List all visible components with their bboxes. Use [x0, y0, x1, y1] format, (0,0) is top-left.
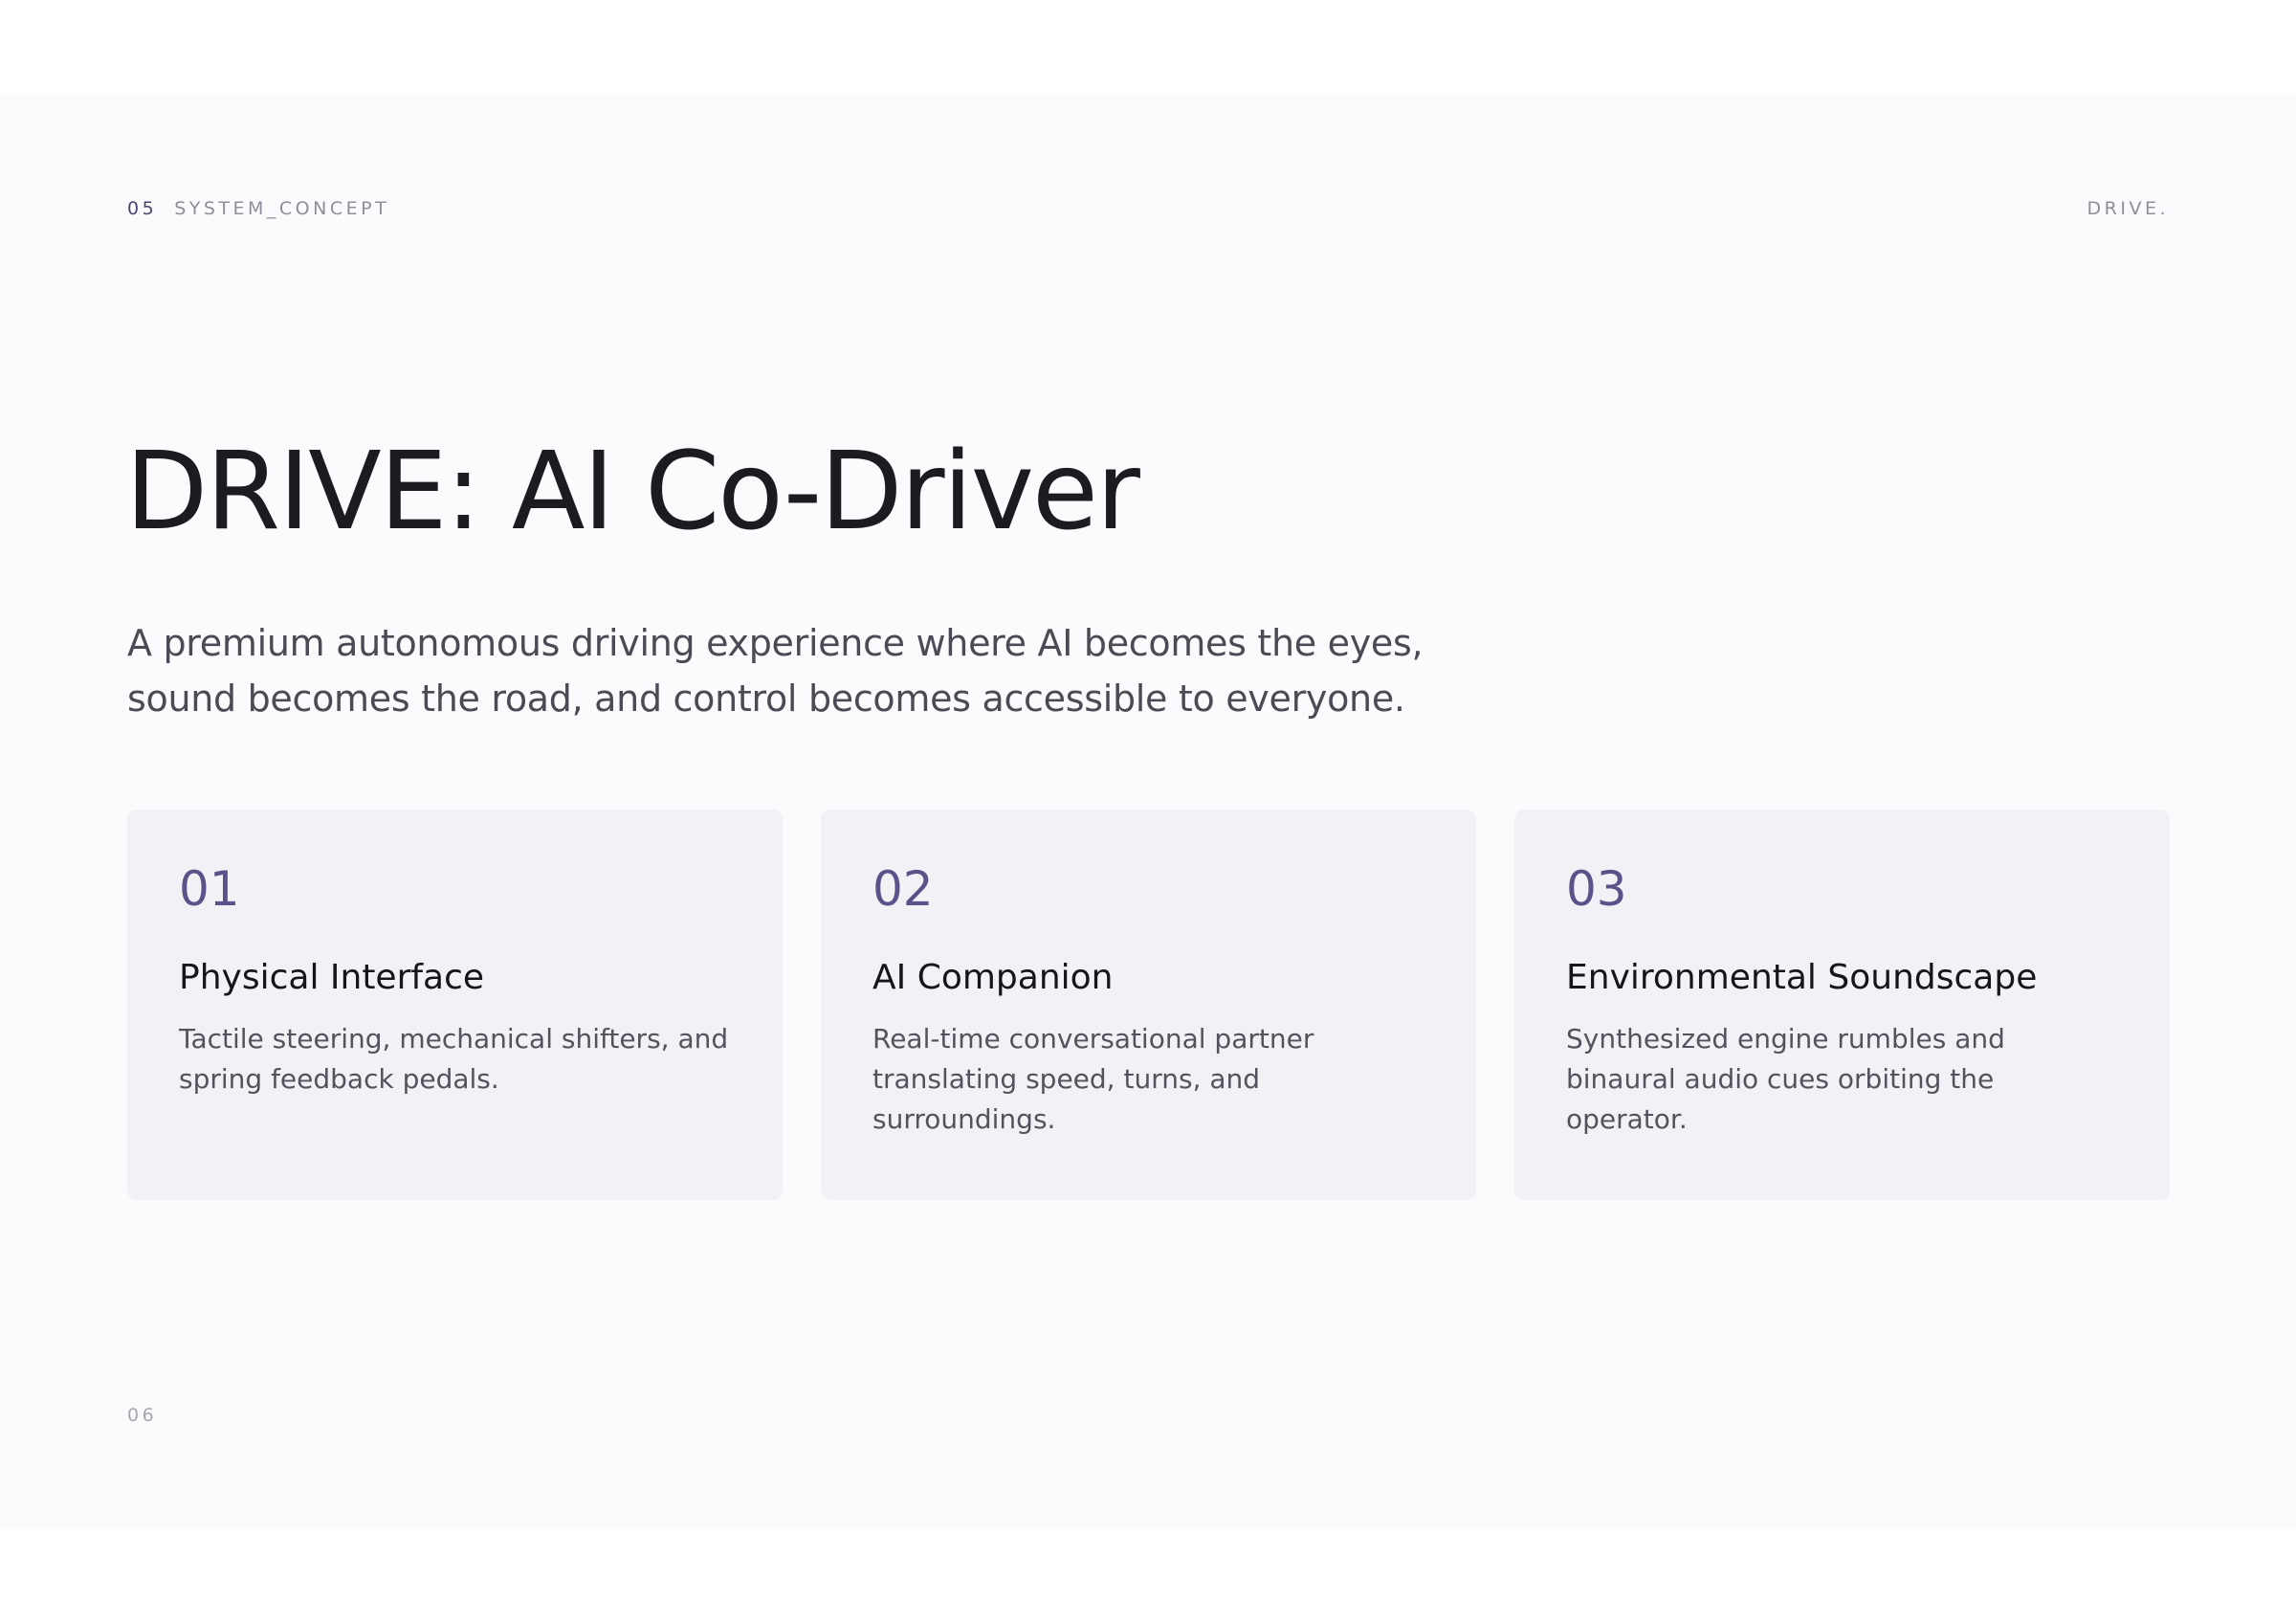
section-name: SYSTEM_CONCEPT — [174, 198, 390, 219]
page-subtitle: A premium autonomous driving experience … — [127, 622, 1424, 720]
feature-card-ai-companion: 02 AI Companion Real-time conversational… — [821, 810, 1476, 1200]
brand-mark: DRIVE. — [2086, 198, 2169, 219]
feature-card-title: Physical Interface — [179, 958, 485, 997]
feature-cards: 01 Physical Interface Tactile steering, … — [127, 810, 2170, 1200]
section-label: 05 SYSTEM_CONCEPT — [127, 198, 389, 219]
feature-card-title: Environmental Soundscape — [1566, 958, 2038, 997]
section-number: 05 — [127, 198, 158, 219]
feature-card-description: Synthesized engine rumbles and binaural … — [1566, 1023, 2005, 1136]
feature-card-number: 01 — [179, 861, 240, 917]
feature-card-environmental-soundscape: 03 Environmental Soundscape Synthesized … — [1514, 810, 2170, 1200]
feature-card-title: AI Companion — [872, 958, 1114, 997]
feature-card-description: Real-time conversational partner transla… — [872, 1023, 1314, 1136]
slide: 05 SYSTEM_CONCEPT DRIVE. DRIVE: AI Co-Dr… — [0, 94, 2296, 1529]
feature-card-description: Tactile steering, mechanical shifters, a… — [179, 1023, 729, 1096]
slide-header: 05 SYSTEM_CONCEPT DRIVE. — [127, 197, 2169, 220]
feature-card-number: 02 — [872, 861, 934, 917]
page-number: 06 — [127, 1405, 158, 1426]
feature-card-physical-interface: 01 Physical Interface Tactile steering, … — [127, 810, 783, 1200]
feature-card-number: 03 — [1566, 861, 1627, 917]
page-title: DRIVE: AI Co-Driver — [125, 430, 1140, 554]
